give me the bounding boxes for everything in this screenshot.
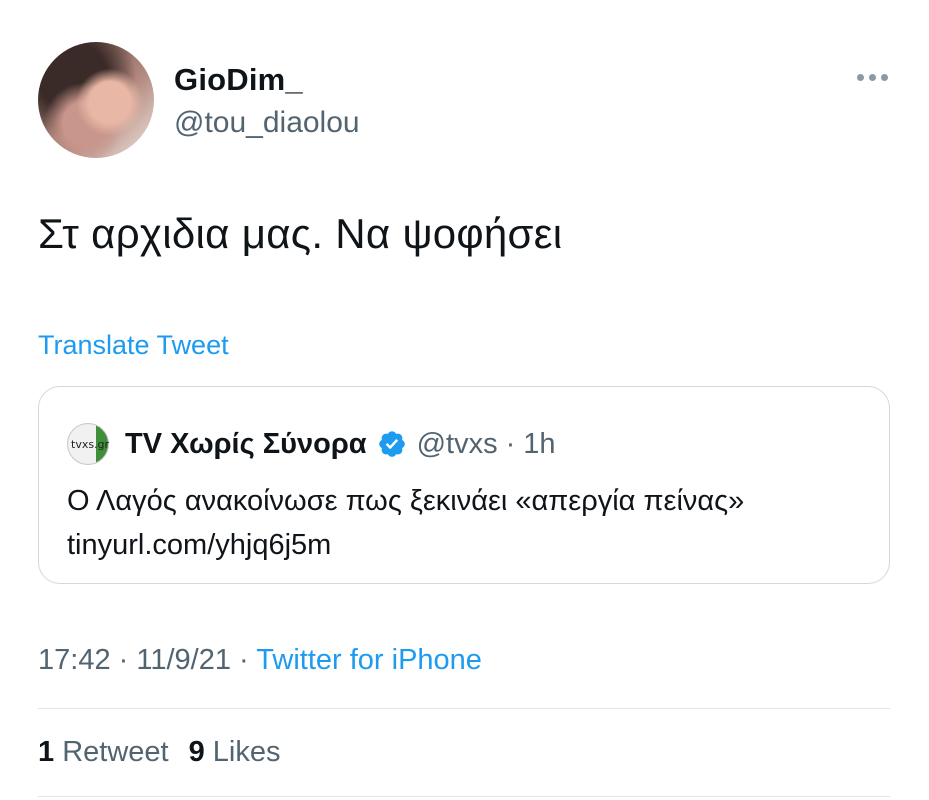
retweets-count: 1 (38, 736, 55, 768)
likes-stat[interactable]: 9 Likes (189, 736, 281, 769)
quoted-tweet-card[interactable]: tvxs.gr TV Χωρίς Σύνορα @tvxs · 1h Ο Λαγ… (38, 386, 890, 584)
meta-separator-1: · (118, 644, 129, 676)
quoted-tweet-header: TV Χωρίς Σύνορα @tvxs · 1h (125, 423, 556, 465)
more-options-icon[interactable] (857, 74, 888, 81)
retweets-stat[interactable]: 1 Retweet (38, 736, 169, 769)
tweet-meta: 17:42 · 11/9/21 · Twitter for iPhone (38, 644, 482, 677)
tweet-header: GioDim_ @tou_diaolou (38, 42, 898, 162)
author-handle[interactable]: @tou_diaolou (174, 106, 360, 140)
quoted-time: 1h (523, 427, 556, 460)
quoted-separator: · (505, 427, 516, 460)
quoted-avatar: tvxs.gr (67, 423, 109, 465)
divider-bottom (38, 796, 890, 797)
author-avatar[interactable] (38, 42, 154, 158)
tweet-text: Στ αρχιδια μας. Να ψοφήσει (38, 210, 563, 257)
likes-label: Likes (212, 736, 281, 768)
author-display-name[interactable]: GioDim_ (174, 62, 360, 98)
tweet-source-link[interactable]: Twitter for iPhone (256, 644, 482, 676)
tweet-stats: 1 Retweet 9 Likes (38, 736, 281, 769)
retweets-label: Retweet (62, 736, 169, 768)
meta-separator-2: · (239, 644, 249, 676)
tweet-date: 11/9/21 (136, 644, 231, 676)
quoted-avatar-text: tvxs.gr (71, 437, 110, 451)
quoted-tweet-text: Ο Λαγός ανακοίνωσε πως ξεκινάει «απεργία… (67, 485, 745, 561)
tweet-time: 17:42 (38, 644, 111, 676)
quoted-display-name: TV Χωρίς Σύνορα (125, 427, 367, 460)
translate-tweet-link[interactable]: Translate Tweet (38, 330, 229, 361)
divider-top (38, 708, 890, 709)
verified-badge-icon (378, 431, 405, 457)
author-names: GioDim_ @tou_diaolou (174, 62, 360, 140)
likes-count: 9 (188, 736, 205, 768)
quoted-handle: @tvxs (416, 427, 498, 460)
